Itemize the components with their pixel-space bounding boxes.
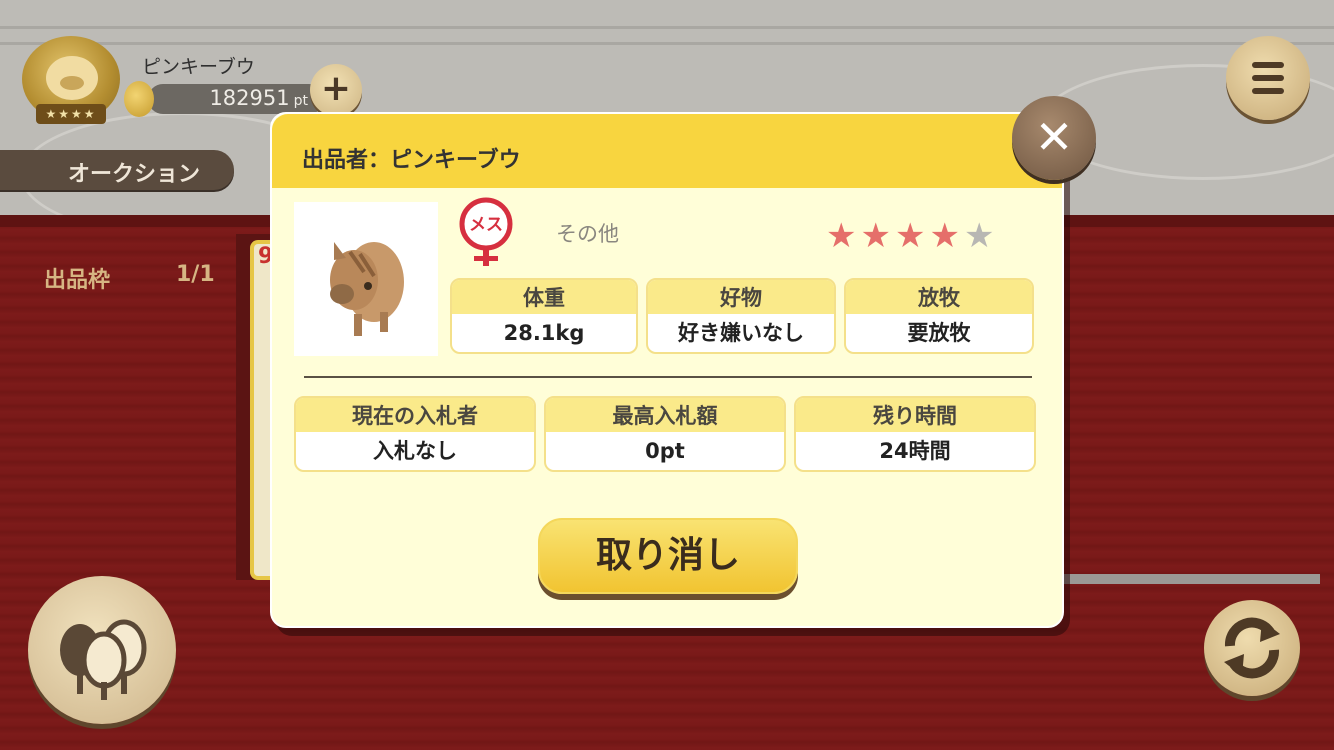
boar-image xyxy=(294,202,438,356)
divider xyxy=(304,376,1032,378)
time-remaining-value: 24時間 xyxy=(879,439,951,463)
coin-icon xyxy=(124,81,154,117)
stat-weight-value: 28.1kg xyxy=(503,321,585,345)
highest-bid-label: 最高入札額 xyxy=(546,398,784,432)
dialog-header: 出品者：ピンキーブウ xyxy=(272,114,1062,188)
star-icon: ★ xyxy=(860,216,895,256)
time-remaining-label: 残り時間 xyxy=(796,398,1034,432)
close-icon: ✕ xyxy=(1034,110,1074,164)
current-bidder-value: 入札なし xyxy=(373,439,457,463)
menu-button[interactable] xyxy=(1226,36,1310,120)
star-icon: ★ xyxy=(894,216,930,256)
player-name: ピンキーブウ xyxy=(142,56,255,78)
tab-auction[interactable]: オークション xyxy=(0,150,234,190)
scroll-bar xyxy=(1056,574,1320,584)
background-stripe xyxy=(0,42,1334,45)
listing-slot-value: 1/1 xyxy=(176,262,215,287)
plus-icon: + xyxy=(320,68,352,109)
gender-label: メス xyxy=(469,215,503,235)
close-dialog-button[interactable]: ✕ xyxy=(1012,96,1096,180)
time-remaining: 残り時間 24時間 xyxy=(794,396,1036,472)
rating-stars: ★★★★★ xyxy=(826,216,998,256)
highest-bid: 最高入札額 0pt xyxy=(544,396,786,472)
pig-avatar-icon xyxy=(46,56,98,100)
stat-favorite-food-label: 好物 xyxy=(648,280,834,314)
boar-icon xyxy=(330,242,404,336)
add-points-button[interactable]: + xyxy=(310,64,362,116)
hamburger-menu-icon xyxy=(1252,62,1284,68)
current-bidder: 現在の入札者 入札なし xyxy=(294,396,536,472)
tab-auction-label: オークション xyxy=(68,162,201,187)
category-label: その他 xyxy=(556,222,619,246)
refresh-icon xyxy=(1224,617,1280,679)
dialog-title: 出品者：ピンキーブウ xyxy=(302,148,521,173)
stat-weight: 体重 28.1kg xyxy=(450,278,638,354)
refresh-button[interactable] xyxy=(1204,600,1300,696)
stat-grazing-value: 要放牧 xyxy=(907,321,971,345)
highest-bid-value: 0pt xyxy=(645,439,685,463)
cancel-listing-button[interactable]: 取り消し xyxy=(538,518,798,594)
trees-icon xyxy=(60,619,147,700)
player-rank-medal[interactable]: ★★★★ xyxy=(22,36,120,124)
listing-detail-dialog: 出品者：ピンキーブウ メス その他 ★★★★★ 体重 28.1kg 好物 好き嫌… xyxy=(270,112,1064,628)
points-display: 182951 pt xyxy=(148,84,324,114)
stat-weight-label: 体重 xyxy=(452,280,636,314)
points-value: 182951 xyxy=(209,86,290,110)
stat-favorite-food: 好物 好き嫌いなし xyxy=(646,278,836,354)
star-icon: ★ xyxy=(929,216,964,256)
star-icon: ★ xyxy=(826,216,861,256)
star-empty-icon: ★ xyxy=(963,216,999,256)
current-bidder-label: 現在の入札者 xyxy=(296,398,534,432)
stat-grazing-label: 放牧 xyxy=(846,280,1032,314)
stat-favorite-food-value: 好き嫌いなし xyxy=(678,321,804,345)
ranch-button[interactable] xyxy=(28,576,176,724)
points-unit: pt xyxy=(293,93,308,109)
medal-stars: ★★★★ xyxy=(36,104,106,124)
stat-grazing: 放牧 要放牧 xyxy=(844,278,1034,354)
background-stripe xyxy=(0,26,1334,29)
listing-slot-label: 出品枠 xyxy=(44,268,111,293)
